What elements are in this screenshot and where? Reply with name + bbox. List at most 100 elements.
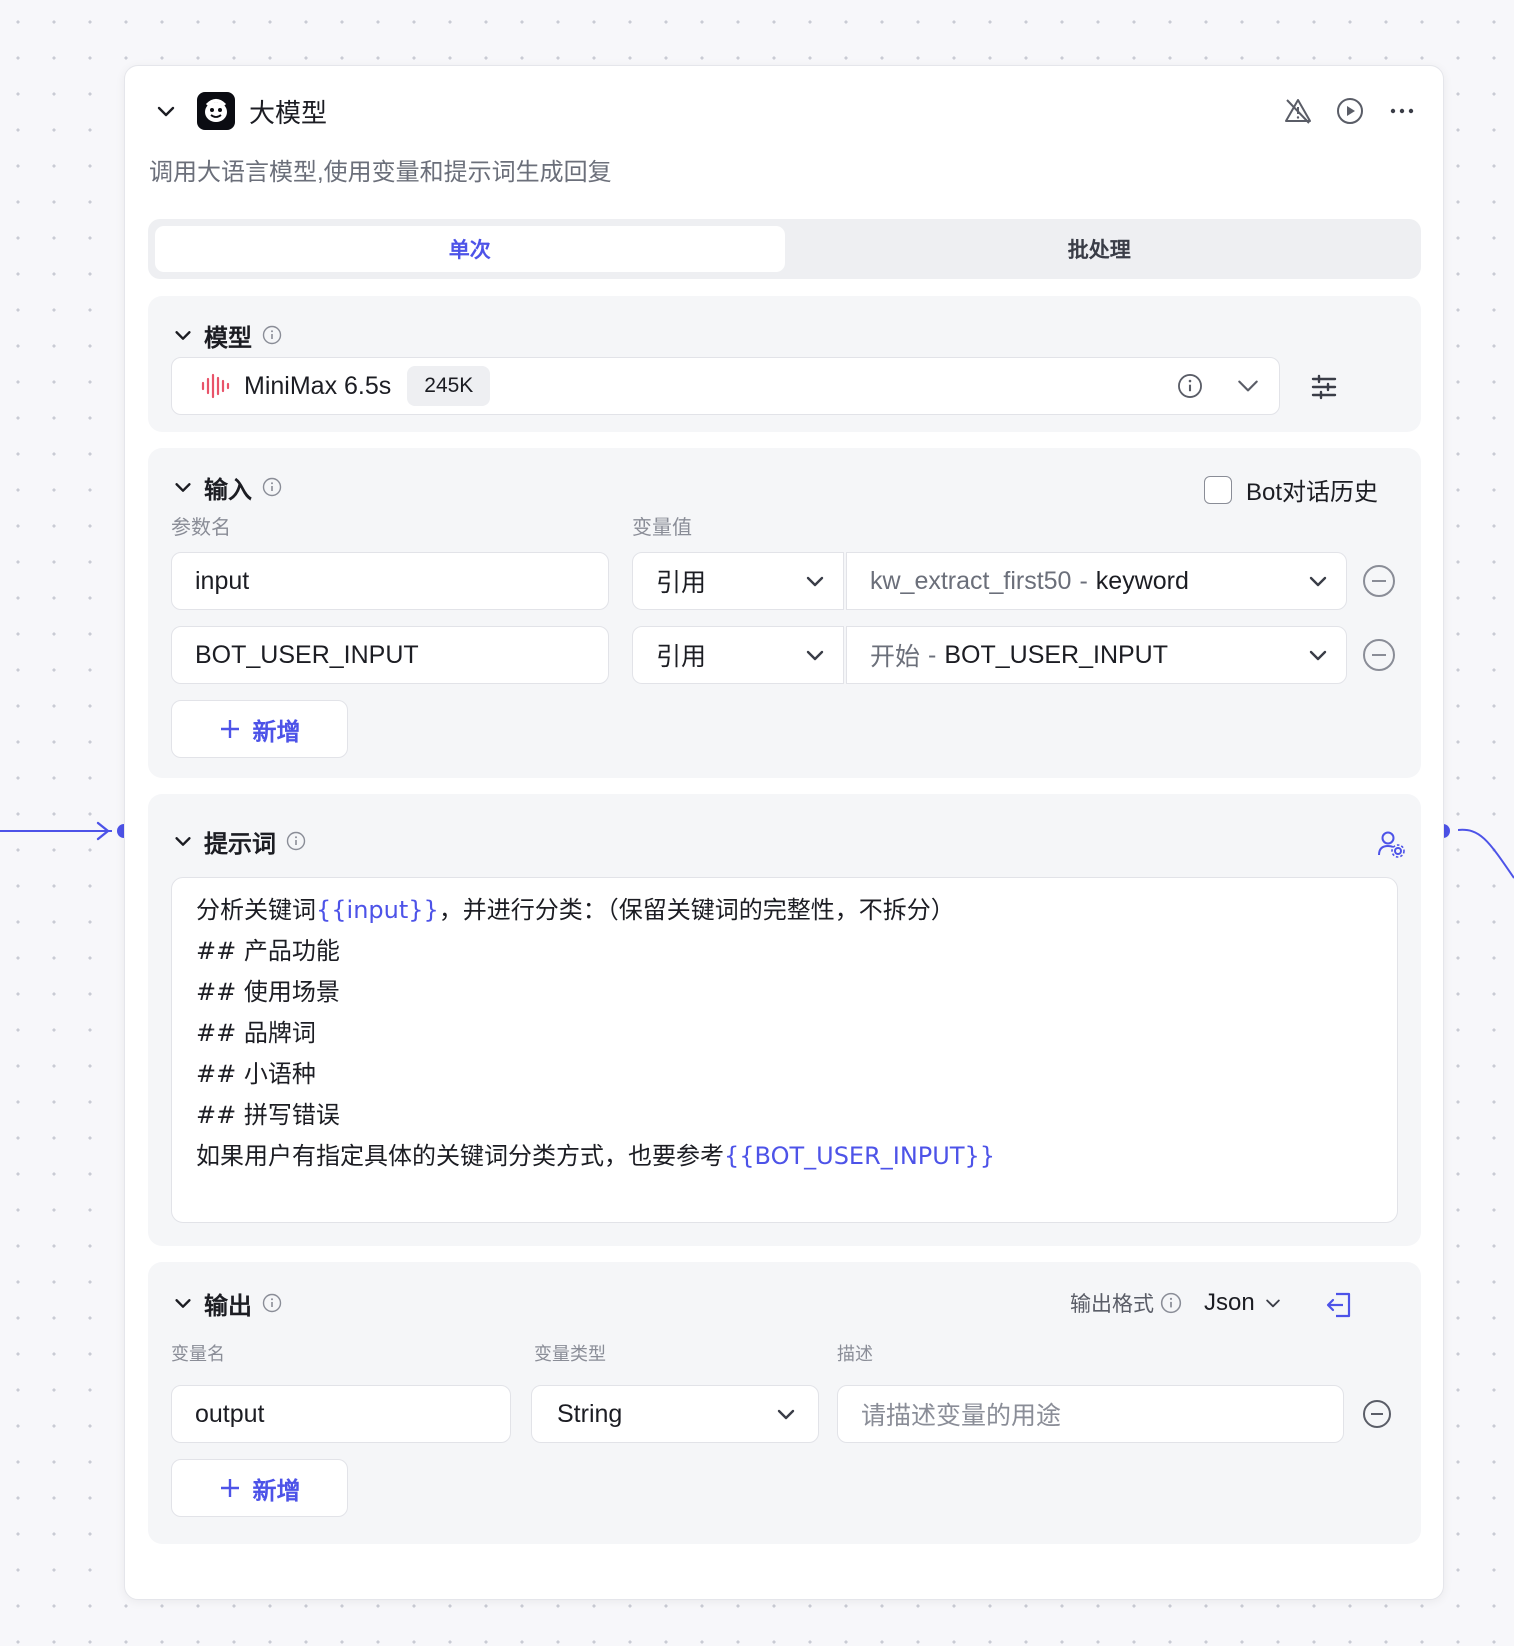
history-checkbox-label: Bot对话历史 [1246,479,1379,506]
add-output-label: 新增 [252,1477,301,1505]
more-horizontal-icon [1390,108,1414,114]
llm-node-card[interactable]: 大模型 调用大语言模型,使用变量和提示词生成回复 单次 批处理 模型 MiniM… [124,65,1444,1600]
chevron-down-icon [175,1299,191,1308]
tab-batch[interactable]: 批处理 [785,226,1415,272]
more-options-button[interactable] [1385,94,1419,128]
info-icon[interactable] [1177,373,1203,399]
chevron-down-icon [1309,650,1327,661]
prompt-variable: {{BOT_USER_INPUT}} [724,1142,996,1170]
plus-icon [220,1479,239,1497]
prompt-line: ## 品牌词 [196,1019,316,1047]
chevron-down-icon [1238,380,1258,392]
model-section-header[interactable]: 模型 [172,318,282,352]
model-settings-icon[interactable] [1309,372,1339,402]
tab-single[interactable]: 单次 [155,226,785,272]
prompt-line: ## 产品功能 [196,937,340,965]
output-format-label: 输出格式 [1070,1293,1154,1316]
output-format-value: Json [1204,1289,1255,1316]
value-type-select[interactable]: 引用 [632,552,844,610]
add-input-label: 新增 [252,718,301,746]
ref-source-node: kw_extract_first50 [870,566,1072,595]
chevron-down-icon [1265,1299,1280,1308]
bot-history-toggle[interactable]: Bot对话历史 [1204,472,1378,507]
value-type-label: 引用 [656,569,707,597]
prompt-section-title: 提示词 [204,830,276,858]
output-description-input[interactable]: 请描述变量的用途 [837,1385,1344,1443]
output-section-header[interactable]: 输出 [172,1286,282,1320]
warning-off-icon [1285,99,1311,124]
remove-row-icon[interactable] [1359,1396,1395,1432]
ref-field: keyword [1095,566,1189,595]
param-name-input[interactable]: input [171,552,609,610]
col-var-name: 变量名 [171,1344,225,1364]
model-select[interactable]: MiniMax 6.5s 245K [171,357,1280,415]
prompt-line: ## 拼写错误 [196,1101,340,1129]
edge-arrow-icon [96,821,110,841]
exception-toggle-button[interactable] [1281,94,1315,128]
value-type-label: 引用 [656,643,707,671]
col-var-value: 变量值 [632,517,692,539]
prompt-editor[interactable]: 分析关键词{{input}}，并进行分类：（保留关键词的完整性，不拆分） ## … [171,877,1398,1223]
info-icon [286,831,306,851]
node-title: 大模型 [249,97,328,128]
output-format-select[interactable]: Json [1204,1289,1283,1317]
chevron-down-icon [777,1409,795,1420]
llm-logo-icon [197,92,235,130]
context-length-badge: 245K [407,366,491,406]
chevron-down-icon [1309,576,1327,587]
ref-source-node: 开始 [870,643,921,671]
minimax-logo-icon [201,373,230,399]
prompt-section-header[interactable]: 提示词 [172,824,306,858]
prompt-line: 分析关键词{{input}}，并进行分类：（保留关键词的完整性，不拆分） [196,896,955,924]
import-output-icon[interactable] [1324,1290,1354,1320]
model-section-title: 模型 [204,324,252,352]
play-circle-icon [1337,98,1363,124]
info-icon [262,477,282,497]
prompt-line: 如果用户有指定具体的关键词分类方式，也要参考{{BOT_USER_INPUT}} [196,1142,996,1170]
col-param-name: 参数名 [171,517,231,539]
input-section-title: 输入 [204,476,252,504]
chevron-down-icon [175,837,191,846]
input-section-header[interactable]: 输入 [172,470,282,504]
value-reference-select[interactable]: kw_extract_first50 - keyword [846,552,1347,610]
node-header: 大模型 [149,86,1419,136]
model-section: 模型 MiniMax 6.5s 245K [148,296,1421,432]
add-input-button[interactable]: 新增 [171,700,348,758]
info-icon [262,1293,282,1313]
col-var-type: 变量类型 [534,1344,606,1364]
prompt-variable: {{input}} [316,896,439,924]
mode-tabs: 单次 批处理 [148,219,1421,279]
value-reference-select[interactable]: 开始 - BOT_USER_INPUT [846,626,1347,684]
output-section: 输出 输出格式 Json 变量名 变量类型 描述 output String 请… [148,1262,1421,1544]
collapse-node-button[interactable] [149,94,183,128]
history-checkbox[interactable] [1204,475,1232,504]
input-section: 输入 Bot对话历史 参数名 变量值 input 引用 kw_extract_f… [148,448,1421,778]
output-var-type-select[interactable]: String [531,1385,819,1443]
plus-icon [220,720,239,738]
chevron-down-icon [806,576,824,587]
info-icon [1160,1292,1182,1314]
output-format: 输出格式 Json [1070,1288,1283,1318]
test-run-button[interactable] [1333,94,1367,128]
chevron-down-icon [175,331,191,340]
node-description: 调用大语言模型,使用变量和提示词生成回复 [149,159,612,186]
user-settings-icon[interactable] [1376,829,1406,859]
remove-row-icon[interactable] [1361,563,1397,599]
chevron-down-icon [175,483,191,492]
info-icon [262,325,282,345]
ref-field: BOT_USER_INPUT [944,640,1169,669]
col-description: 描述 [837,1344,873,1364]
remove-row-icon[interactable] [1361,637,1397,673]
output-var-name-input[interactable]: output [171,1385,511,1443]
outgoing-edge [1458,828,1514,879]
model-name: MiniMax 6.5s [244,371,392,400]
value-type-select[interactable]: 引用 [632,626,844,684]
add-output-button[interactable]: 新增 [171,1459,348,1517]
prompt-line: ## 小语种 [196,1060,316,1088]
output-var-type: String [557,1399,623,1428]
param-name-input[interactable]: BOT_USER_INPUT [171,626,609,684]
prompt-section: 提示词 分析关键词{{input}}，并进行分类：（保留关键词的完整性，不拆分）… [148,794,1421,1246]
chevron-down-icon [157,106,175,117]
output-section-title: 输出 [204,1292,252,1320]
chevron-down-icon [806,650,824,661]
